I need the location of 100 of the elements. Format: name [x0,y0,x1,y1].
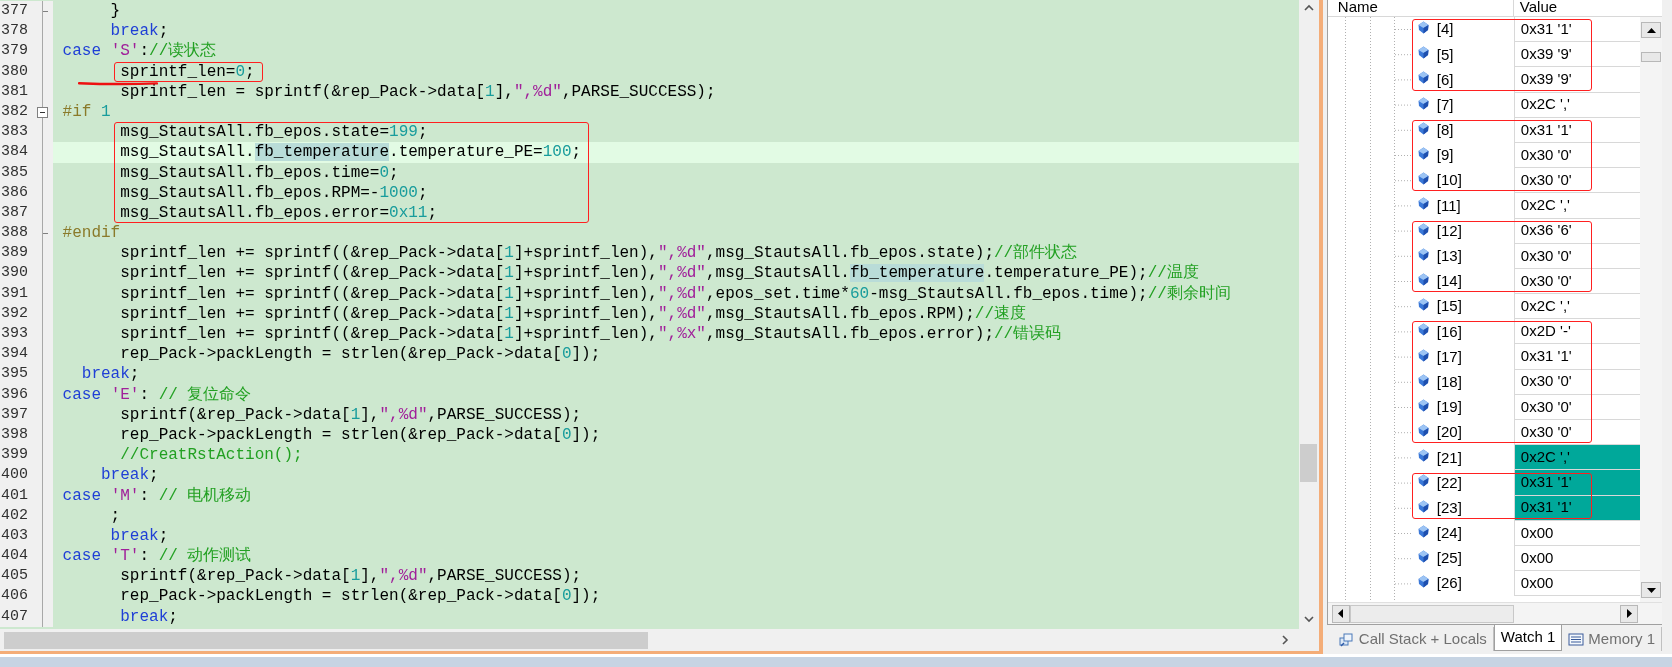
code-line: sprintf(&rep_Pack->data[1],",%d",PARSE_SUCCESS); [119,567,582,586]
value-cell[interactable]: 0x2C ',' [1513,193,1640,219]
scrollbar-thumb[interactable] [1300,444,1318,482]
scroll-right-icon[interactable] [1280,635,1289,645]
line-number: 384 [0,142,42,163]
variable-icon [1417,222,1429,236]
scroll-up-button[interactable] [1641,22,1661,38]
variable-name[interactable]: [26] [1436,572,1462,595]
variable-name[interactable]: [19] [1436,396,1462,419]
value-cell[interactable]: 0x30 '0' [1513,394,1640,420]
value-cell[interactable]: 0x31 '1' [1513,117,1640,143]
variable-name[interactable]: [5] [1436,43,1454,67]
scroll-right-button[interactable] [1620,604,1638,623]
panel-tab[interactable]: Watch 1 [1493,625,1563,651]
variable-name[interactable]: [16] [1436,320,1462,344]
value-cell[interactable]: 0x00 [1513,545,1640,572]
value-cell[interactable]: 0x00 [1513,571,1640,597]
value-cell[interactable]: 0x39 '9' [1513,67,1640,93]
code-line: msg_StautsAll.fb_epos.time=0; [119,163,399,182]
variable-icon [1417,272,1429,286]
panel-tab[interactable]: Call Stack + Locals [1332,627,1494,651]
variable-name[interactable]: [10] [1436,169,1462,192]
column-header[interactable]: Value [1513,0,1662,16]
value-cell[interactable]: 0x2C ',' [1513,445,1640,471]
variable-name[interactable]: [18] [1436,370,1462,394]
value-cell[interactable]: 0x30 '0' [1513,142,1640,169]
variable-name[interactable]: [25] [1436,547,1462,570]
variable-icon [1417,298,1429,312]
line-number: 403 [0,525,42,547]
line-number: 396 [0,384,42,405]
value-cell[interactable]: 0x36 '6' [1513,218,1640,244]
variable-name[interactable]: [15] [1436,295,1462,318]
code-line: rep_Pack->packLength = strlen(&rep_Pack->data[0]); [119,425,601,444]
variable-name[interactable]: [13] [1436,245,1462,268]
code-line: case 'T': // 动作测试 [61,547,252,566]
line-number: 391 [0,283,42,304]
scrollbar-thumb[interactable] [4,631,648,649]
code-line: sprintf_len += sprintf((&rep_Pack->data[1]+sprintf_len),",%d",msg_StautsAll.fb_epos.RPM);//速度 [119,304,1026,323]
variable-name[interactable]: [14] [1436,270,1462,293]
value-cell[interactable]: 0x31 '1' [1513,495,1640,521]
value-cell[interactable]: 0x31 '1' [1513,17,1640,43]
variable-name[interactable]: [7] [1436,93,1454,117]
variable-name[interactable]: [17] [1436,345,1462,369]
variable-name[interactable]: [4] [1436,18,1454,41]
line-number: 404 [0,546,42,567]
code-line: case 'M': // 电机移动 [61,486,252,505]
value-cell[interactable]: 0x2C ',' [1513,294,1640,320]
column-header[interactable]: Name [1327,0,1514,16]
value-cell[interactable]: 0x00 [1513,520,1640,546]
scroll-up-icon [1646,27,1656,33]
code-line: sprintf_len = sprintf(&rep_Pack->data[1],",%d",PARSE_SUCCESS); [119,82,716,101]
value-cell[interactable]: 0x31 '1' [1513,470,1640,496]
line-number: 377 [0,1,42,22]
variable-name[interactable]: [21] [1436,446,1462,470]
scroll-up-icon[interactable] [1303,4,1314,12]
code-line: rep_Pack->packLength = strlen(&rep_Pack->data[0]); [119,587,601,606]
scroll-down-button[interactable] [1641,582,1661,598]
scroll-left-button[interactable] [1331,604,1350,623]
variable-name[interactable]: [22] [1436,471,1462,495]
line-number: 389 [0,243,42,264]
line-number: 385 [0,162,42,183]
variable-name[interactable]: [11] [1436,194,1461,218]
variable-icon [1417,499,1429,513]
variable-icon [1417,550,1429,564]
variable-icon [1417,96,1429,110]
variable-name[interactable]: [6] [1436,68,1454,92]
value-cell[interactable]: 0x30 '0' [1513,369,1640,395]
line-number: 378 [0,21,42,42]
value-cell[interactable]: 0x30 '0' [1513,243,1640,269]
horizontal-scrollbar[interactable] [1327,602,1662,624]
variable-name[interactable]: [20] [1436,421,1462,444]
code-line: break; [109,526,169,545]
line-number: 383 [0,122,42,143]
scrollbar-thumb[interactable] [1349,604,1514,623]
value-cell[interactable]: 0x2C ',' [1513,92,1640,118]
variable-name[interactable]: [24] [1436,522,1462,545]
line-number: 401 [0,485,42,506]
value-cell[interactable]: 0x31 '1' [1513,344,1640,370]
value-cell[interactable]: 0x30 '0' [1513,168,1640,194]
code-line: //CreatRstAction(); [119,446,303,465]
code-line: sprintf_len += sprintf((&rep_Pack->data[1]+sprintf_len),",%d",epos_set.time*60-msg_StautsAll.fb_epos.time);//剩余时间 [119,284,1231,303]
variable-icon [1417,121,1429,135]
code-line: break; [119,607,178,626]
line-number: 386 [0,182,42,203]
variable-icon [1417,147,1429,161]
scrollbar-thumb[interactable] [1641,52,1661,62]
variable-name[interactable]: [23] [1436,496,1462,520]
variable-icon [1417,323,1429,337]
panel-tab[interactable]: Memory 1 [1562,627,1662,651]
variable-name[interactable]: [8] [1436,119,1454,142]
value-cell[interactable]: 0x2D '-' [1513,319,1640,345]
value-cell[interactable]: 0x30 '0' [1513,420,1640,446]
code-line: sprintf(&rep_Pack->data[1],",%d",PARSE_SUCCESS); [119,405,582,424]
variable-name[interactable]: [12] [1436,219,1462,243]
value-cell[interactable]: 0x30 '0' [1513,268,1640,295]
scroll-down-icon[interactable] [1303,615,1314,623]
value-cell[interactable]: 0x39 '9' [1513,42,1640,68]
variable-name[interactable]: [9] [1436,144,1454,167]
vertical-scrollbar[interactable] [1640,17,1662,602]
fold-collapse-icon[interactable] [37,106,48,118]
